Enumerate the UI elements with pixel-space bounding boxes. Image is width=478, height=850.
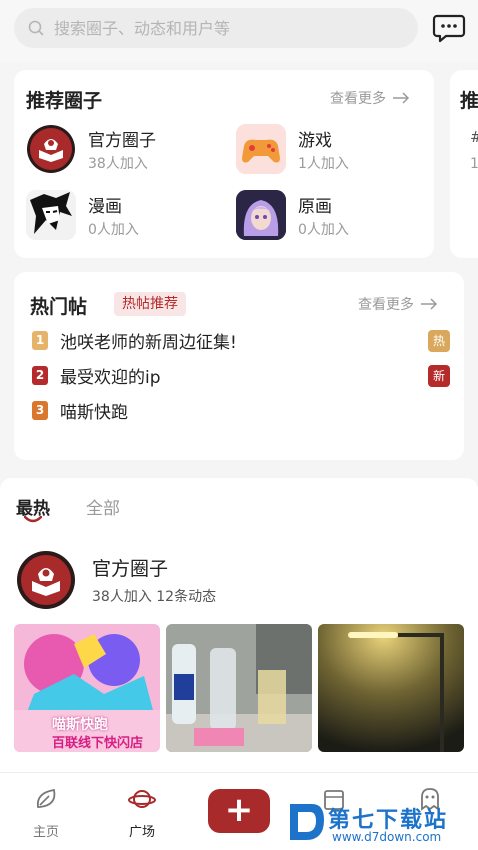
hot-posts-card: 热门帖 热帖推荐 查看更多 1 池咲老师的新周边征集! 热 2 最受欢迎的ip … <box>14 272 464 460</box>
hot-post-row[interactable]: 2 最受欢迎的ip 新 <box>30 363 450 389</box>
nav-label: 广场 <box>128 825 155 840</box>
feed-circle-name[interactable]: 官方圈子 <box>92 554 168 581</box>
hot-posts-title: 热门帖 <box>30 296 88 318</box>
arrow-right-icon <box>421 298 438 310</box>
rank-badge: 2 <box>32 366 48 385</box>
circle-name: 漫画 <box>88 197 122 217</box>
next-card-hash: # <box>470 128 478 146</box>
recommended-circles-card: 推荐圈子 查看更多 官方圈子 38人加入 游戏 1人加入 漫画 0人加入 原画 … <box>14 70 434 258</box>
search-icon <box>28 20 44 36</box>
feed-section: 最热 全部 官方圈子 38人加入 12条动态 喵斯快跑 百联线下快闪店 <box>0 478 478 778</box>
tab-all[interactable]: 全部 <box>86 494 120 519</box>
rank-badge: 3 <box>32 401 48 420</box>
circle-name: 官方圈子 <box>88 131 156 151</box>
more-label: 查看更多 <box>330 91 386 107</box>
official-circle-logo <box>26 124 76 174</box>
circle-name: 游戏 <box>298 131 332 151</box>
official-circle-avatar[interactable] <box>16 550 76 610</box>
game-circle-image <box>236 124 286 174</box>
feed-circle-stats: 38人加入 12条动态 <box>92 589 217 605</box>
arrow-right-icon <box>393 92 410 104</box>
poster-subtitle-text: 百联线下快闪店 <box>52 736 144 751</box>
circle-members: 0人加入 <box>298 222 349 238</box>
leaf-home-icon <box>36 788 56 808</box>
next-card-count: 1 <box>470 156 478 172</box>
hot-label-badge: 热 <box>428 330 450 352</box>
hot-post-title: 池咲老师的新周边征集! <box>60 333 237 353</box>
watermark-url: www.d7down.com <box>332 830 442 844</box>
circle-item-original-art[interactable]: 原画 0人加入 <box>236 190 436 244</box>
watermark-logo-icon <box>290 804 324 840</box>
site-watermark: 第七下载站 www.d7down.com <box>286 800 478 848</box>
original-art-circle-image <box>236 190 286 240</box>
circle-item-comic[interactable]: 漫画 0人加入 <box>26 190 226 244</box>
new-label-badge: 新 <box>428 365 450 387</box>
nav-home[interactable]: 主页 <box>16 785 76 840</box>
hot-post-title: 喵斯快跑 <box>60 403 128 423</box>
message-icon[interactable] <box>432 12 466 44</box>
hot-more-link[interactable]: 查看更多 <box>358 294 438 314</box>
recommended-title: 推荐圈子 <box>26 90 103 112</box>
feed-image-drinks[interactable] <box>166 624 312 752</box>
circle-name: 原画 <box>298 197 332 217</box>
circle-item-game[interactable]: 游戏 1人加入 <box>236 124 436 178</box>
rank-badge: 1 <box>32 331 48 350</box>
search-bar[interactable] <box>14 8 418 48</box>
hot-post-title: 最受欢迎的ip <box>60 368 161 388</box>
comic-circle-image <box>26 190 76 240</box>
nav-square[interactable]: 广场 <box>112 785 172 840</box>
planet-icon <box>128 790 156 808</box>
next-card-title: 推 <box>460 90 478 112</box>
circle-members: 1人加入 <box>298 156 349 172</box>
hot-post-row[interactable]: 3 喵斯快跑 <box>30 398 450 424</box>
top-bar <box>0 0 478 62</box>
poster-title-text: 喵斯快跑 <box>52 717 108 733</box>
nav-label: 主页 <box>32 825 59 840</box>
circle-item-official[interactable]: 官方圈子 38人加入 <box>26 124 226 178</box>
hot-recommend-tag: 热帖推荐 <box>114 292 186 316</box>
next-card-peek[interactable]: 推 # 1 <box>450 70 478 258</box>
recommended-more-link[interactable]: 查看更多 <box>330 88 410 108</box>
circle-members: 38人加入 <box>88 156 148 172</box>
more-label: 查看更多 <box>358 297 414 313</box>
circle-members: 0人加入 <box>88 222 139 238</box>
create-post-button[interactable]: + <box>208 789 270 833</box>
feed-image-streetlamp[interactable] <box>318 624 464 752</box>
search-input[interactable] <box>54 18 384 38</box>
hot-post-row[interactable]: 1 池咲老师的新周边征集! 热 <box>30 328 450 354</box>
feed-image-poster[interactable]: 喵斯快跑 百联线下快闪店 <box>14 624 160 752</box>
active-tab-indicator <box>24 516 42 523</box>
